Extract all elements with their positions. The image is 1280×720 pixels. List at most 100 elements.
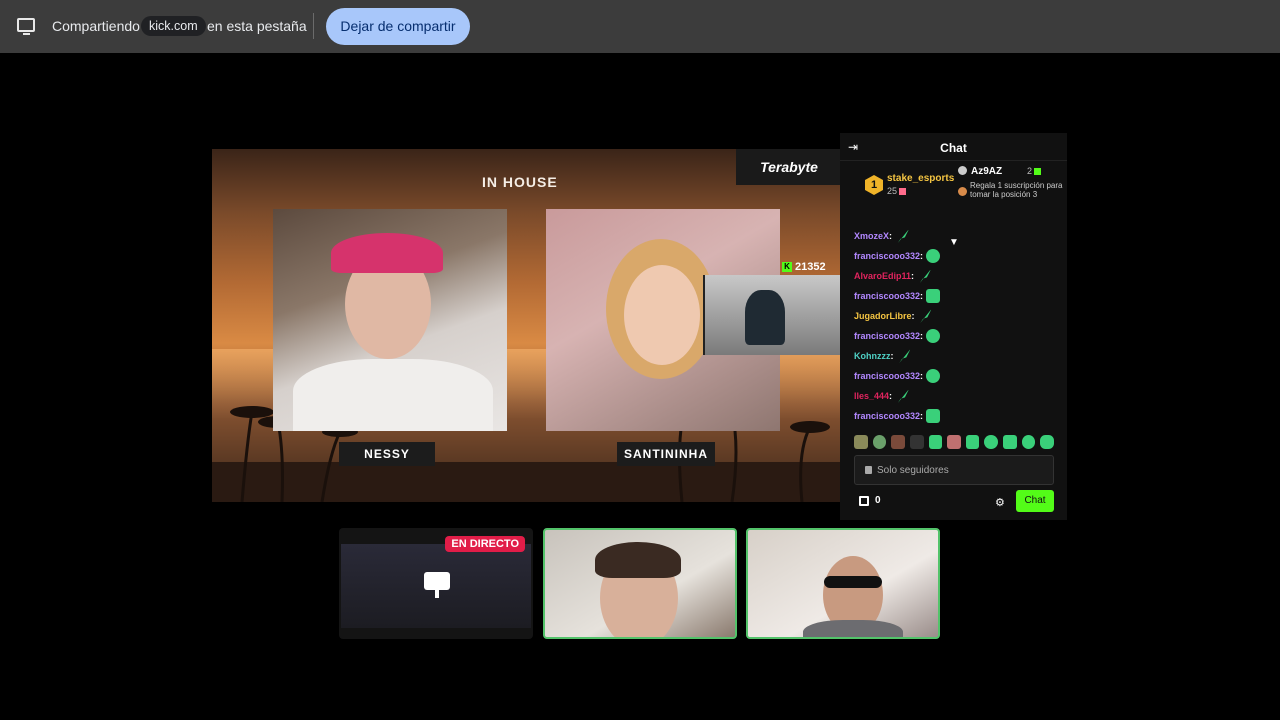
chat-message: JugadorLibre:	[854, 306, 1054, 326]
emote-icon	[926, 369, 941, 383]
streamer-face	[624, 265, 700, 365]
kick-logo-icon: K	[782, 262, 792, 272]
emote-icon	[926, 409, 941, 423]
participant-hair	[595, 542, 681, 578]
chat-username[interactable]: franciscooo332	[854, 251, 920, 261]
leaderboard-second-user[interactable]: Az9AZ	[971, 166, 1002, 177]
chat-separator: :	[890, 351, 894, 361]
leaderboard-second-count: 2	[1027, 166, 1042, 176]
chat-separator: :	[889, 231, 893, 241]
emote-icon	[919, 269, 932, 283]
chat-message: AlvaroEdip11:	[854, 266, 1054, 286]
gift-icon	[899, 188, 907, 196]
emote-icon[interactable]	[1040, 435, 1055, 449]
chat-title: Chat	[940, 141, 967, 155]
nameplate-nessy: NESSY	[339, 442, 435, 466]
chat-header: ⇥ Chat	[840, 133, 1067, 161]
emote-icon	[899, 349, 911, 363]
screen-share-icon	[17, 18, 35, 35]
divider	[313, 13, 314, 39]
rank-2-icon	[958, 166, 967, 175]
emote-icon[interactable]	[928, 435, 943, 449]
inhouse-logo: IN HOUSE	[482, 174, 558, 190]
viewer-count: K 21352	[782, 261, 826, 273]
channel-points-icon[interactable]	[859, 496, 869, 506]
chat-separator: :	[920, 371, 924, 381]
send-chat-button[interactable]: Chat	[1016, 490, 1054, 512]
emote-icon	[926, 329, 941, 343]
sharing-domain-chip: kick.com	[141, 16, 206, 36]
chat-username[interactable]: Kohnzzz	[854, 351, 891, 361]
participant-thumbnail[interactable]	[746, 528, 940, 639]
chat-input-box[interactable]	[854, 455, 1054, 485]
gift-icon	[1034, 168, 1042, 176]
chat-message: XmozeX:	[854, 226, 1054, 246]
emote-icon[interactable]	[854, 435, 868, 449]
lock-icon	[865, 466, 872, 474]
viewer-count-value: 21352	[795, 261, 826, 273]
chat-separator: :	[889, 391, 893, 401]
emote-icon	[897, 229, 910, 243]
participant-shirt	[803, 620, 903, 637]
chat-message: franciscooo332:	[854, 406, 1054, 426]
headphones	[331, 233, 443, 273]
channel-points-value: 0	[875, 495, 881, 506]
chat-panel: ⇥ Chat 1 stake_esports 25 Az9AZ 2 Regala…	[840, 133, 1067, 520]
chat-username[interactable]: JugadorLibre	[854, 311, 912, 321]
sharing-prefix: Compartiendo	[52, 18, 140, 34]
emote-icon[interactable]	[947, 435, 961, 449]
chat-message: franciscooo332:	[854, 326, 1054, 346]
streamer-shirt	[293, 359, 493, 431]
chat-username[interactable]: franciscooo332	[854, 411, 920, 421]
chat-separator: :	[920, 291, 924, 301]
pip-camera	[703, 275, 842, 355]
chat-username[interactable]: AlvaroEdip11	[854, 271, 911, 281]
sharing-suffix: en esta pestaña	[207, 18, 307, 34]
emote-icon[interactable]	[1021, 435, 1036, 449]
emote-icon[interactable]	[909, 435, 924, 449]
stream-video[interactable]: IN HOUSE Terabyte K 21352 NESSY SANTININ…	[212, 149, 842, 502]
emote-icon	[926, 289, 941, 303]
emote-icon[interactable]	[965, 435, 980, 449]
chat-username[interactable]: XmozeX	[854, 231, 889, 241]
chat-message: Kohnzzz:	[854, 346, 1054, 366]
chat-separator: :	[920, 331, 924, 341]
tab-share-bar: Compartiendo kick.com en esta pestaña De…	[0, 0, 1280, 53]
chat-message: franciscooo332:	[854, 246, 1054, 266]
gift-leaderboard: 1 stake_esports 25 Az9AZ 2 Regala 1 susc…	[840, 162, 1067, 248]
leaderboard-top-count: 25	[887, 186, 907, 196]
emote-icon[interactable]	[872, 435, 887, 449]
chat-message: franciscooo332:	[854, 366, 1054, 386]
terabyte-logo: Terabyte	[736, 149, 842, 185]
stop-sharing-button[interactable]: Dejar de compartir	[326, 8, 470, 45]
chat-username[interactable]: franciscooo332	[854, 371, 920, 381]
chat-message: franciscooo332:	[854, 286, 1054, 306]
emote-icon	[920, 309, 932, 323]
chat-separator: :	[920, 411, 924, 421]
player-cam-nessy	[273, 209, 507, 431]
chat-separator: :	[920, 251, 924, 261]
chat-settings-icon[interactable]: ⚙	[995, 496, 1005, 509]
chat-messages: XmozeX: franciscooo332: AlvaroEdip11: franc…	[854, 226, 1054, 426]
chat-message: lles_444:	[854, 386, 1054, 406]
emote-icon[interactable]	[891, 435, 905, 449]
chat-username[interactable]: franciscooo332	[854, 291, 920, 301]
sunglasses-icon	[824, 576, 882, 588]
quick-emotes-bar	[854, 435, 1055, 449]
nameplate-santininha: SANTININHA	[617, 442, 715, 466]
gamer-silhouette	[745, 290, 785, 345]
emote-icon[interactable]	[1003, 435, 1017, 449]
emote-icon[interactable]	[984, 435, 999, 449]
chat-input[interactable]	[877, 456, 1047, 484]
screen-share-thumbnail[interactable]: EN DIRECTO	[339, 528, 533, 639]
emote-icon	[897, 389, 910, 403]
chat-separator: :	[911, 311, 915, 321]
chat-username[interactable]: lles_444	[854, 391, 889, 401]
live-badge: EN DIRECTO	[445, 536, 525, 552]
chat-username[interactable]: franciscooo332	[854, 331, 920, 341]
monitor-icon	[424, 572, 450, 598]
leaderboard-top-user[interactable]: stake_esports	[887, 173, 954, 184]
rank-badge-icon: 1	[865, 175, 883, 195]
emote-icon	[926, 249, 941, 263]
participant-thumbnail[interactable]	[543, 528, 737, 639]
